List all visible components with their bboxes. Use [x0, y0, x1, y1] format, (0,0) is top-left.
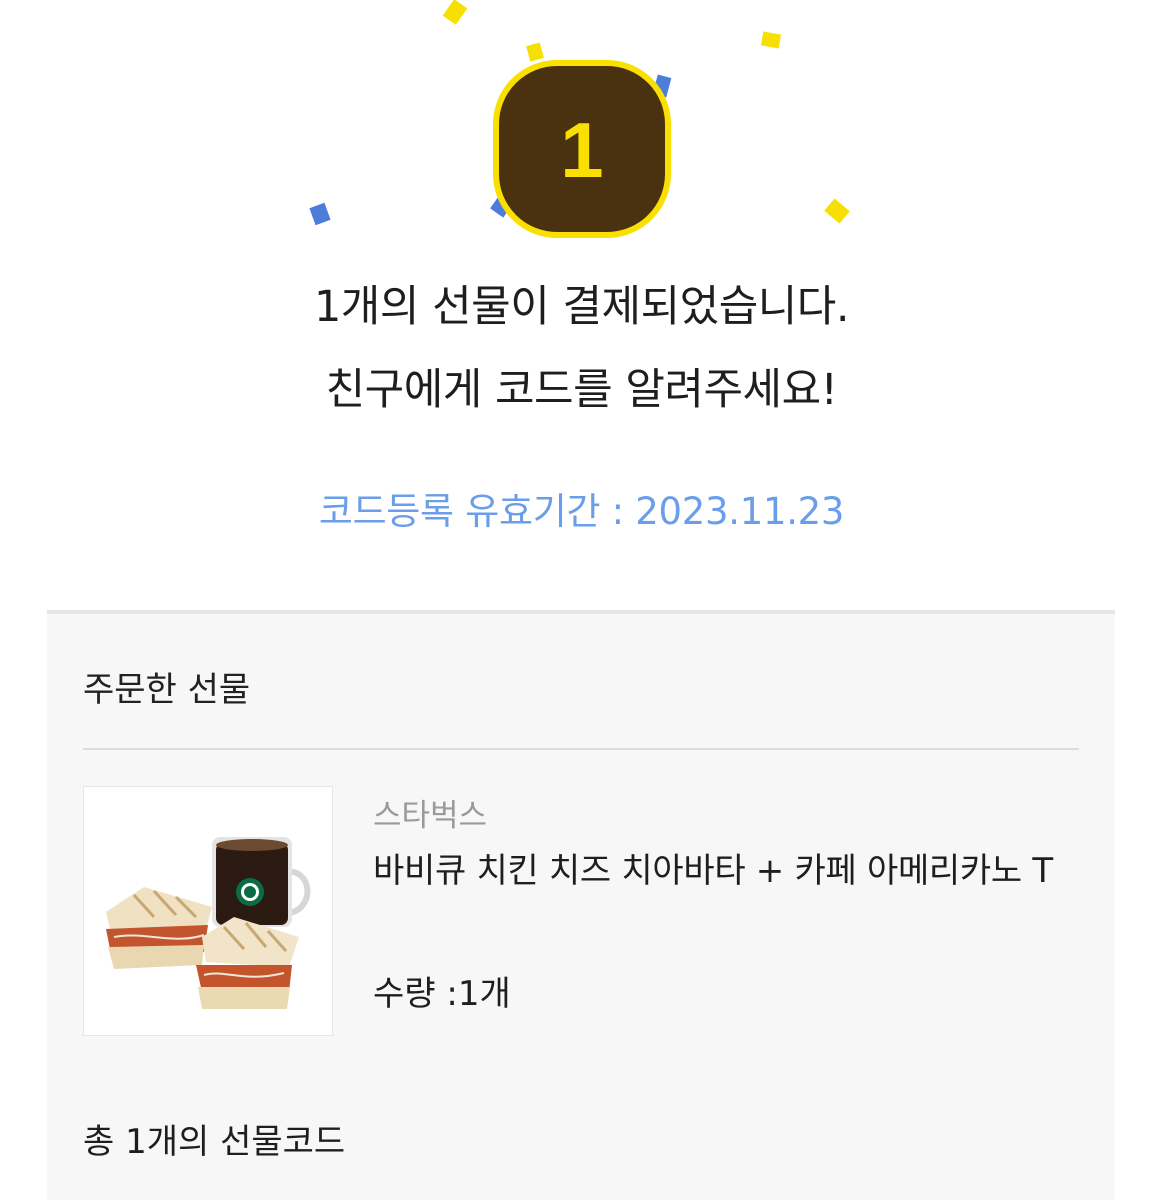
- quantity-label: 수량 :: [373, 974, 458, 1014]
- section-title: 주문한 선물: [83, 670, 251, 710]
- gift-count-badge: 1: [493, 60, 671, 238]
- product-brand: 스타벅스: [373, 798, 488, 834]
- confetti-piece: [760, 31, 782, 49]
- product-quantity: 수량 : 1개: [373, 966, 511, 1015]
- total-gift-codes-heading: 총 1개의 선물코드: [83, 1122, 346, 1162]
- code-registration-validity: 코드등록 유효기간 : 2023.11.23: [318, 490, 845, 533]
- gift-complete-page: 1 1개의 선물이 결제되었습니다. 친구에게 코드를 알려주세요! 코드등록 …: [0, 0, 1163, 1200]
- gift-count-number: 1: [560, 106, 604, 194]
- confetti-piece: [309, 202, 331, 226]
- ordered-gift-section: 주문한 선물 스타벅스 바비큐 치킨 치즈 치아바타 + 카페 아메리카노 T …: [47, 610, 1115, 1200]
- confetti-piece: [824, 198, 850, 224]
- quantity-value: 1개: [457, 974, 511, 1014]
- confetti-piece: [442, 0, 468, 25]
- product-name: 바비큐 치킨 치즈 치아바타 + 카페 아메리카노 T: [373, 851, 1053, 891]
- sandwich-coffee-image: [83, 786, 333, 1036]
- confetti-piece: [526, 42, 544, 62]
- share-code-message: 친구에게 코드를 알려주세요!: [325, 365, 838, 415]
- divider: [83, 748, 1079, 750]
- payment-complete-message: 1개의 선물이 결제되었습니다.: [313, 282, 850, 332]
